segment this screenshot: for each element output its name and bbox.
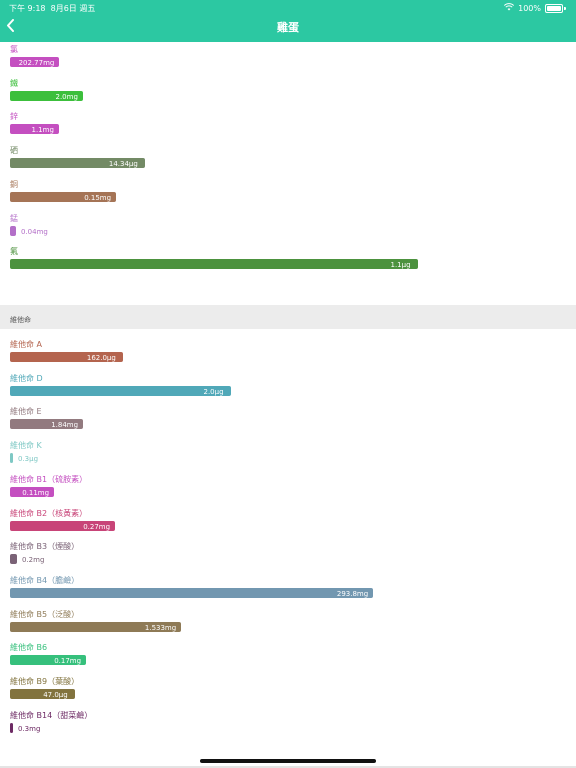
nutrient-value: 202.77mg (18, 59, 55, 67)
nutrient-value: 0.3μg (18, 455, 39, 464)
nutrient-name: 鐵 (10, 78, 18, 88)
nutrient-value: 2.0μg (203, 387, 224, 396)
nutrient-value: 0.04mg (21, 227, 48, 236)
page-title: 雞蛋 (277, 21, 299, 34)
nutrient-name: 維他命 K (10, 441, 42, 451)
nutrient-value: 0.17mg (54, 657, 82, 666)
status-right: 100% (504, 3, 566, 13)
nutrient-name: 維他命 B6 (10, 643, 48, 653)
nutrient-value: 0.2mg (22, 556, 45, 565)
status-time: 下午 9:18 (9, 4, 46, 13)
status-date: 8月6日 週五 (50, 4, 96, 13)
nutrient-name: 硒 (10, 146, 18, 156)
nutrient-value: 0.3mg (18, 724, 41, 733)
nutrient-value: 162.0μg (86, 354, 116, 362)
nutrient-value: 0.11mg (22, 488, 50, 497)
nutrient-value: 1.84mg (51, 421, 79, 430)
wifi-icon (504, 3, 515, 13)
nutrient-value: 2.0mg (55, 92, 78, 101)
nutrient-bar (10, 385, 231, 396)
battery-tip (564, 6, 566, 10)
nutrient-value: 1.1mg (31, 126, 54, 135)
status-time-date: 下午 9:18 8月6日 週五 (9, 3, 95, 14)
section-title: 維他命 (10, 316, 31, 324)
nutrient-bar (10, 722, 13, 733)
nutrient-bar (10, 587, 373, 598)
nutrient-value: 1.1μg (390, 261, 411, 270)
nutrient-name: 維他命 B14（甜菜鹼） (10, 710, 93, 720)
nutrient-name: 錳 (10, 213, 18, 223)
nutrient-bar (10, 259, 418, 270)
vitamins-section-header: 維他命 (0, 305, 576, 329)
nutrient-name: 維他命 D (10, 373, 43, 383)
nutrient-name: 維他命 B5（泛酸） (10, 609, 80, 619)
nutrient-name: 維他命 B2（核黃素） (10, 508, 88, 518)
navigation-bar: 下午 9:18 8月6日 週五 100% 雞蛋 (0, 0, 576, 42)
battery-percent: 100% (518, 3, 541, 13)
nutrient-name: 維他命 B1（硫胺素） (10, 474, 88, 484)
nutrient-name: 氟 (10, 247, 18, 257)
nutrient-name: 鋅 (10, 112, 18, 122)
nutrient-value: 47.0μg (43, 691, 68, 699)
nutrient-bar (10, 225, 16, 236)
nutrient-name: 維他命 E (10, 407, 42, 417)
home-indicator[interactable] (200, 759, 376, 763)
nutrient-value: 0.15mg (84, 193, 112, 202)
nutrient-value: 0.27mg (83, 522, 111, 531)
nutrient-name: 維他命 B3（煙酸） (10, 542, 80, 552)
nutrient-value: 293.8mg (336, 589, 369, 598)
battery-icon (545, 3, 563, 13)
nutrient-bar (10, 453, 13, 464)
nutrient-bar (10, 554, 17, 565)
nutrient-name: 維他命 B9（葉酸） (10, 677, 80, 686)
nutrient-value: 14.34μg (108, 160, 138, 169)
nutrient-name: 氯 (10, 45, 18, 54)
nutrient-name: 銅 (10, 179, 18, 189)
nutrient-name: 維他命 B4（膽鹼） (10, 575, 80, 585)
nutrient-value: 1.533mg (144, 623, 177, 632)
nutrient-name: 維他命 A (10, 340, 43, 349)
